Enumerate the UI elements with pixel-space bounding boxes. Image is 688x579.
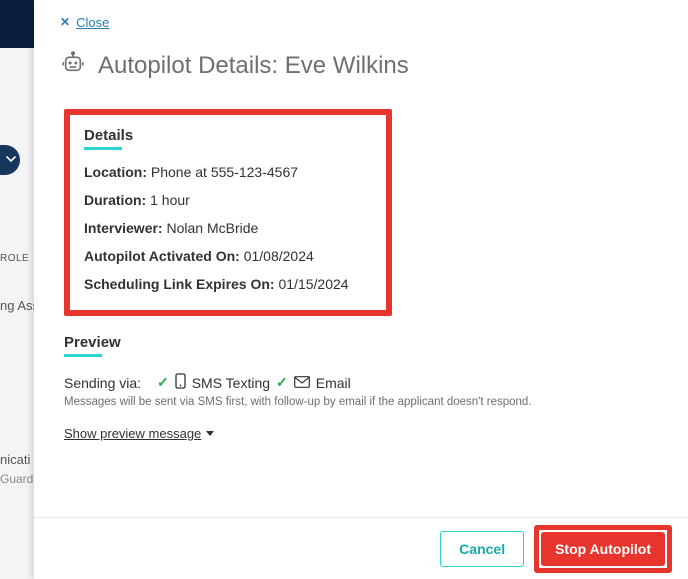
detail-interviewer: Interviewer: Nolan McBride — [84, 220, 372, 236]
sending-via-row: Sending via: ✓ SMS Texting ✓ Email — [64, 373, 670, 392]
envelope-icon — [294, 375, 310, 391]
title-bar: Autopilot Details: Eve Wilkins — [34, 44, 688, 99]
sms-label: SMS Texting — [192, 375, 270, 391]
check-icon: ✓ — [157, 374, 169, 391]
check-icon: ✓ — [276, 374, 288, 391]
background-navbar-fragment — [0, 0, 34, 48]
sending-note: Messages will be sent via SMS first, wit… — [64, 396, 670, 408]
detail-location: Location: Phone at 555-123-4567 — [84, 164, 372, 180]
show-preview-label: Show preview message — [64, 426, 201, 441]
background-text: nicati — [0, 452, 34, 467]
page-title: Autopilot Details: Eve Wilkins — [98, 52, 409, 80]
preview-heading: Preview — [64, 334, 670, 351]
close-link[interactable]: Close — [76, 15, 109, 30]
autopilot-details-panel: ✕ Close Autopilot Details: Eve Wilkins D… — [34, 0, 688, 579]
detail-expires-on: Scheduling Link Expires On: 01/15/2024 — [84, 276, 372, 292]
heading-underline — [64, 354, 102, 357]
robot-icon — [60, 50, 86, 81]
preview-section: Preview Sending via: ✓ SMS Texting ✓ Ema… — [64, 334, 670, 443]
details-section-highlight: Details Location: Phone at 555-123-4567 … — [64, 109, 392, 316]
details-heading: Details — [84, 127, 372, 144]
background-text: ng Ass — [0, 298, 34, 313]
background-text: Guard — [0, 472, 34, 486]
background-pill-fragment — [0, 145, 20, 175]
chevron-down-icon — [6, 154, 16, 164]
background-text: ROLE — [0, 253, 34, 264]
content-card: Details Location: Phone at 555-123-4567 … — [64, 99, 670, 473]
close-icon[interactable]: ✕ — [60, 15, 70, 29]
cancel-button[interactable]: Cancel — [440, 531, 524, 567]
detail-duration: Duration: 1 hour — [84, 192, 372, 208]
heading-underline — [84, 147, 122, 150]
close-bar: ✕ Close — [34, 0, 688, 44]
obscured-background: ROLE ng Ass nicati Guard — [0, 0, 34, 579]
show-preview-toggle[interactable]: Show preview message — [64, 426, 215, 441]
phone-icon — [175, 373, 186, 392]
caret-down-icon — [205, 426, 215, 441]
detail-activated-on: Autopilot Activated On: 01/08/2024 — [84, 248, 372, 264]
email-label: Email — [316, 375, 351, 391]
panel-footer: Cancel Stop Autopilot — [34, 517, 688, 579]
sending-via-label: Sending via: — [64, 375, 141, 391]
stop-autopilot-highlight: Stop Autopilot — [534, 525, 672, 573]
stop-autopilot-button[interactable]: Stop Autopilot — [541, 532, 665, 566]
